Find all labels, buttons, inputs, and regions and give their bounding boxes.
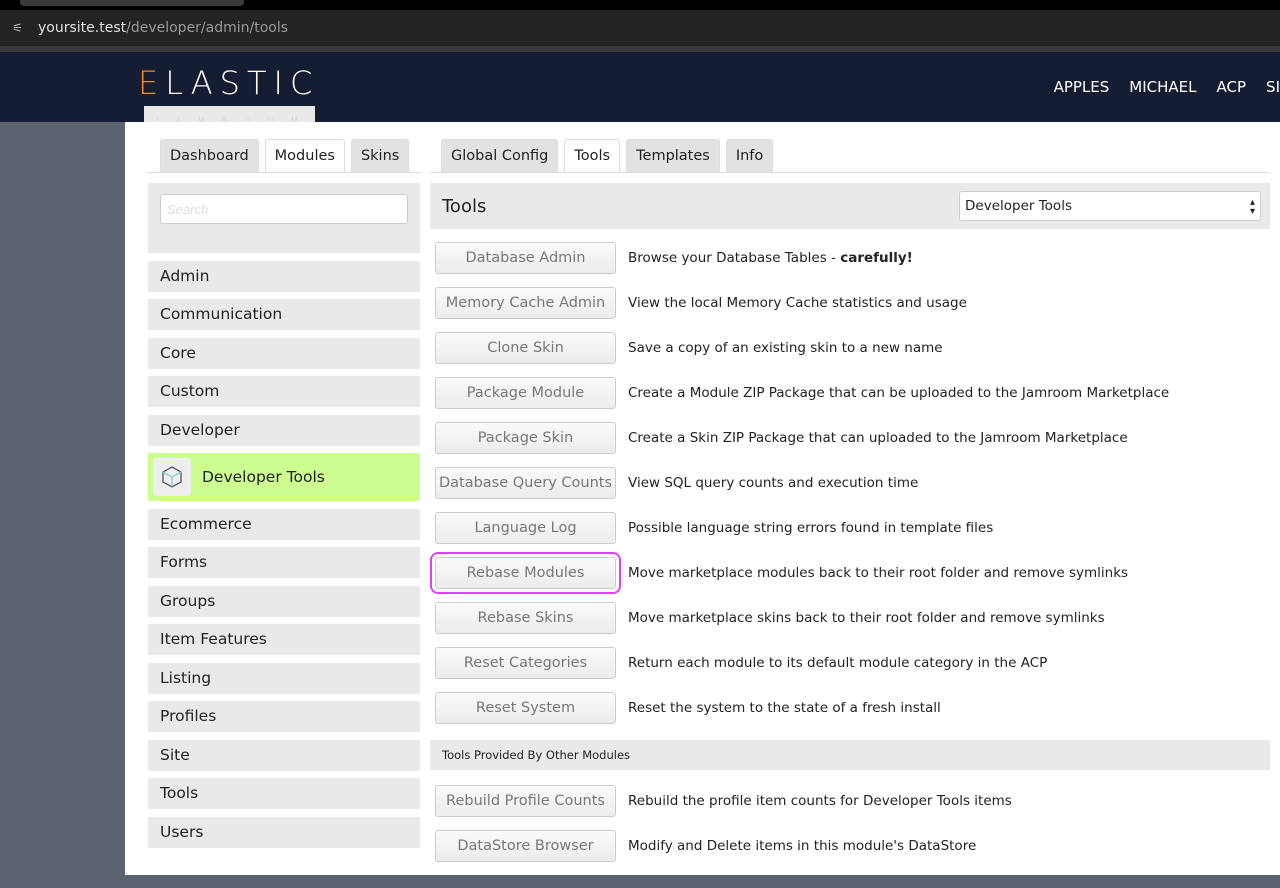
module-select[interactable]: Developer Tools ▴ ▾ xyxy=(959,191,1261,221)
sidebar-item-label: Developer Tools xyxy=(202,467,325,486)
nav-apples[interactable]: APPLES xyxy=(1054,78,1110,96)
rebuild-profile-counts-button[interactable]: Rebuild Profile Counts xyxy=(435,784,616,817)
sidebar-item-communication[interactable]: Communication xyxy=(148,299,420,330)
sidebar-item-listing[interactable]: Listing xyxy=(148,662,420,694)
clone-skin-button[interactable]: Clone Skin xyxy=(435,331,616,364)
tool-row: Database Query Counts View SQL query coun… xyxy=(430,460,1270,505)
tool-description: Return each module to its default module… xyxy=(628,654,1048,671)
tool-description: Possible language string errors found in… xyxy=(628,519,994,536)
select-arrows-icon: ▴ ▾ xyxy=(1249,197,1255,217)
tool-description: Save a copy of an existing skin to a new… xyxy=(628,339,943,356)
tool-description: Reset the system to the state of a fresh… xyxy=(628,699,941,716)
database-admin-button[interactable]: Database Admin xyxy=(435,241,616,274)
sidebar-item-forms[interactable]: Forms xyxy=(148,547,420,578)
tool-row: Rebuild Profile Counts Rebuild the profil… xyxy=(430,778,1270,823)
address-bar[interactable]: ⚟ yoursite.test/developer/admin/tools xyxy=(0,10,1280,52)
site-header: ELASTIC JAMROOM APPLES MICHAEL ACP SI xyxy=(0,52,1280,136)
nav-michael[interactable]: MICHAEL xyxy=(1129,78,1196,96)
tool-row: DataStore Browser Modify and Delete items… xyxy=(430,823,1270,868)
reset-categories-button[interactable]: Reset Categories xyxy=(435,646,616,679)
tool-row: Rebase Modules Move marketplace modules b… xyxy=(430,550,1270,595)
content-panel: Dashboard Modules Skins Global Config Tools… xyxy=(125,122,1280,875)
sidebar-item-item-features[interactable]: Item Features xyxy=(148,624,420,655)
tool-description: Move marketplace modules back to their r… xyxy=(628,564,1129,581)
reset-system-button[interactable]: Reset System xyxy=(435,691,616,724)
sidebar-item-users[interactable]: Users xyxy=(148,816,420,848)
module-sidebar: Admin Communication Core Custom Developer De… xyxy=(148,183,420,848)
tool-description: View the local Memory Cache statistics a… xyxy=(628,294,967,311)
url-path: /developer/admin/tools xyxy=(126,20,289,36)
tool-row: Database Admin Browse your Database Table… xyxy=(430,235,1270,280)
logo-text: LASTIC xyxy=(165,64,320,102)
tool-row: Rebase Skins Move marketplace skins back … xyxy=(430,595,1270,640)
tool-description: Rebuild the profile item counts for Deve… xyxy=(628,792,1012,809)
tool-description: Modify and Delete items in this module's… xyxy=(628,837,977,854)
memory-cache-admin-button[interactable]: Memory Cache Admin xyxy=(435,286,616,319)
warning-emphasis: carefully! xyxy=(840,249,913,266)
search-input[interactable] xyxy=(160,194,408,224)
tab-dashboard[interactable]: Dashboard xyxy=(160,139,259,172)
sidebar-item-site[interactable]: Site xyxy=(148,739,420,771)
cube-icon xyxy=(153,458,191,496)
tool-row: Reset System Reset the system to the stat… xyxy=(430,685,1270,730)
top-nav: APPLES MICHAEL ACP SI xyxy=(1054,52,1280,122)
sidebar-item-tools[interactable]: Tools xyxy=(148,778,420,809)
tool-row: Package Module Create a Module ZIP Packag… xyxy=(430,370,1270,415)
page-title: Tools xyxy=(442,195,487,217)
sidebar-item-developer[interactable]: Developer xyxy=(148,414,420,446)
tool-row: Package Skin Create a Skin ZIP Package th… xyxy=(430,415,1270,460)
url-host: yoursite.test xyxy=(38,20,127,36)
tool-row: Clone Skin Save a copy of an existing ski… xyxy=(430,325,1270,370)
tool-description: Create a Module ZIP Package that can be … xyxy=(628,384,1170,401)
package-skin-button[interactable]: Package Skin xyxy=(435,421,616,454)
datastore-browser-button[interactable]: DataStore Browser xyxy=(435,829,616,862)
tab-info[interactable]: Info xyxy=(725,139,774,172)
tab-templates[interactable]: Templates xyxy=(626,139,720,172)
sidebar-item-custom[interactable]: Custom xyxy=(148,376,420,407)
tool-description: Browse your Database Tables - carefully! xyxy=(628,249,913,266)
tool-row: Reset Categories Return each module to it… xyxy=(430,640,1270,685)
logo[interactable]: ELASTIC JAMROOM xyxy=(138,64,320,136)
tool-description: Create a Skin ZIP Package that can uploa… xyxy=(628,429,1128,446)
sidebar-item-profiles[interactable]: Profiles xyxy=(148,701,420,732)
tool-description: View SQL query counts and execution time xyxy=(628,474,919,491)
other-tools-heading: Tools Provided By Other Modules xyxy=(430,740,1270,770)
package-module-button[interactable]: Package Module xyxy=(435,376,616,409)
nav-si[interactable]: SI xyxy=(1266,78,1280,96)
tab-modules[interactable]: Modules xyxy=(264,139,345,172)
rebase-skins-button[interactable]: Rebase Skins xyxy=(435,601,616,634)
sidebar-item-ecommerce[interactable]: Ecommerce xyxy=(148,508,420,540)
browser-tab-strip xyxy=(0,0,1280,10)
language-log-button[interactable]: Language Log xyxy=(435,511,616,544)
database-query-counts-button[interactable]: Database Query Counts xyxy=(435,466,616,499)
tab-global-config[interactable]: Global Config xyxy=(441,139,559,172)
sidebar-item-groups[interactable]: Groups xyxy=(148,585,420,617)
tab-tools[interactable]: Tools xyxy=(564,139,621,172)
site-settings-icon[interactable]: ⚟ xyxy=(12,10,23,46)
nav-acp[interactable]: ACP xyxy=(1217,78,1247,96)
tool-row: Memory Cache Admin View the local Memory … xyxy=(430,280,1270,325)
sidebar-item-admin[interactable]: Admin xyxy=(148,260,420,292)
tool-description: Move marketplace skins back to their roo… xyxy=(628,609,1105,626)
tabs-left: Dashboard Modules Skins xyxy=(160,139,410,172)
logo-e: E xyxy=(138,64,166,102)
browser-tab[interactable] xyxy=(20,0,244,6)
sidebar-item-core[interactable]: Core xyxy=(148,337,420,369)
tab-skins[interactable]: Skins xyxy=(350,139,410,172)
module-select-value: Developer Tools xyxy=(965,198,1072,214)
sidebar-item-developer-tools[interactable]: Developer Tools xyxy=(148,453,420,501)
rebase-modules-button[interactable]: Rebase Modules xyxy=(430,551,621,594)
tabs-right: Global Config Tools Templates Info xyxy=(441,139,774,172)
tools-main: Tools Developer Tools ▴ ▾ Database Admin Br… xyxy=(430,183,1270,868)
tool-row: Language Log Possible language string err… xyxy=(430,505,1270,550)
